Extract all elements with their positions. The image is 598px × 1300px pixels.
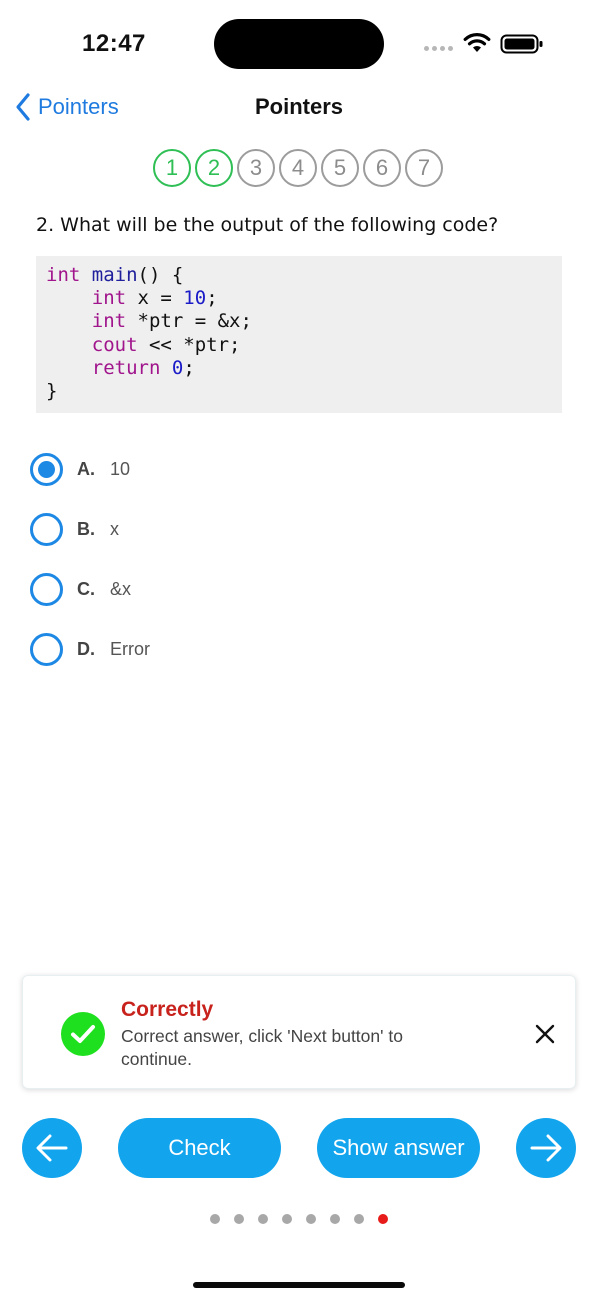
step-2[interactable]: 2 — [195, 149, 233, 187]
option-d[interactable]: D. Error — [30, 631, 550, 667]
dynamic-island — [214, 19, 384, 69]
option-a[interactable]: A. 10 — [30, 451, 550, 487]
option-letter: B. — [77, 518, 95, 539]
next-button[interactable] — [516, 1118, 576, 1178]
step-5[interactable]: 5 — [321, 149, 359, 187]
option-c[interactable]: C. &x — [30, 571, 550, 607]
option-letter: C. — [77, 578, 95, 599]
battery-icon — [500, 34, 543, 54]
page-dot — [234, 1214, 244, 1224]
question-text: 2. What will be the output of the follow… — [36, 214, 499, 236]
page-indicator — [210, 1214, 388, 1224]
radio-a[interactable] — [30, 452, 63, 486]
page-dot — [306, 1214, 316, 1224]
code-block: int main() { int x = 10; int *ptr = &x; … — [36, 256, 562, 413]
arrow-right-icon — [530, 1134, 562, 1162]
page-dot — [330, 1214, 340, 1224]
toast-title: Correctly — [121, 998, 214, 1021]
step-1[interactable]: 1 — [153, 149, 191, 187]
option-text: &x — [110, 578, 132, 599]
page-dot — [378, 1214, 388, 1224]
status-time: 12:47 — [82, 30, 146, 57]
previous-button[interactable] — [22, 1118, 82, 1178]
page-dot — [210, 1214, 220, 1224]
page-dot — [258, 1214, 268, 1224]
code-line: cout << *ptr; — [91, 333, 241, 356]
show-answer-button[interactable]: Show answer — [317, 1118, 480, 1178]
toast-message: Correct answer, click 'Next button' to c… — [121, 1026, 403, 1069]
code-line: return 0; — [91, 356, 195, 379]
code-line: } — [46, 380, 58, 403]
radio-b[interactable] — [30, 512, 63, 546]
option-text: x — [110, 518, 119, 539]
radio-d[interactable] — [30, 632, 63, 666]
code-line: int main() { — [46, 264, 184, 286]
option-letter: D. — [77, 638, 95, 659]
option-b[interactable]: B. x — [30, 511, 550, 547]
step-3[interactable]: 3 — [237, 149, 275, 187]
arrow-left-icon — [36, 1134, 68, 1162]
code-line: int *ptr = &x; — [91, 310, 252, 333]
check-button[interactable]: Check — [118, 1118, 281, 1178]
option-text: Error — [110, 638, 150, 659]
wifi-icon — [463, 33, 491, 52]
cellular-signal-icon — [424, 46, 453, 51]
check-circle-icon — [61, 1012, 105, 1056]
status-bar: 12:47 — [0, 0, 598, 90]
step-6[interactable]: 6 — [363, 149, 401, 187]
step-7[interactable]: 7 — [405, 149, 443, 187]
question-stepper: 1 2 3 4 5 6 7 — [153, 149, 443, 187]
radio-c[interactable] — [30, 572, 63, 606]
page-dot — [354, 1214, 364, 1224]
option-text: 10 — [110, 458, 131, 479]
result-toast: Correctly Correct answer, click 'Next bu… — [22, 975, 576, 1089]
page-title: Pointers — [254, 94, 344, 119]
page-dot — [282, 1214, 292, 1224]
home-indicator — [193, 1282, 405, 1288]
code-line: int x = 10; — [91, 287, 218, 310]
option-letter: A. — [77, 458, 95, 479]
step-4[interactable]: 4 — [279, 149, 317, 187]
close-icon[interactable] — [528, 1017, 562, 1051]
